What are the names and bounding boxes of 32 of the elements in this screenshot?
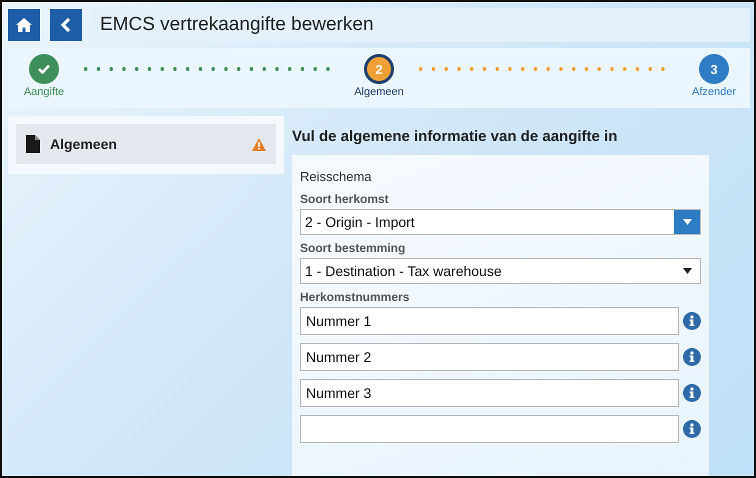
step-number: 2 — [364, 54, 394, 84]
input-field[interactable]: Nummer 1 — [300, 307, 680, 335]
input-field[interactable] — [300, 415, 680, 443]
info-icon[interactable] — [683, 348, 701, 366]
step-label: Afzender — [692, 86, 736, 98]
dropdown[interactable]: 2 - Origin - Import — [300, 209, 701, 235]
step-label: Algemeen — [354, 86, 404, 98]
group-title: Reisschema — [300, 169, 373, 184]
section-heading: Vul de algemene informatie van de aangifte in — [292, 128, 618, 145]
back-button[interactable] — [50, 9, 82, 41]
input-field[interactable]: Nummer 2 — [300, 343, 680, 371]
input-field[interactable]: Nummer 3 — [300, 379, 680, 407]
step[interactable]: 2 Algemeen — [349, 54, 409, 98]
info-icon[interactable] — [683, 384, 701, 402]
dropdown[interactable]: 1 - Destination - Tax warehouse — [300, 258, 701, 284]
home-button[interactable] — [8, 9, 40, 41]
home-icon — [16, 18, 32, 32]
sidebar-item[interactable]: Algemeen — [16, 124, 276, 164]
step-label: Aangifte — [24, 86, 64, 98]
step-number: 3 — [699, 54, 729, 84]
caret-icon — [682, 268, 692, 274]
field-label: Soort herkomst — [300, 192, 390, 206]
document-icon — [26, 135, 40, 153]
checkmark-icon — [38, 64, 50, 74]
field-label: Soort bestemming — [300, 241, 406, 255]
chevron-left-icon — [61, 17, 71, 33]
step[interactable]: 3 Afzender — [684, 54, 744, 98]
step[interactable]: Aangifte — [14, 54, 74, 98]
caret-icon — [682, 219, 692, 225]
field-label: Herkomstnummers — [300, 290, 410, 304]
info-icon[interactable] — [683, 420, 701, 438]
info-icon[interactable] — [683, 312, 701, 330]
